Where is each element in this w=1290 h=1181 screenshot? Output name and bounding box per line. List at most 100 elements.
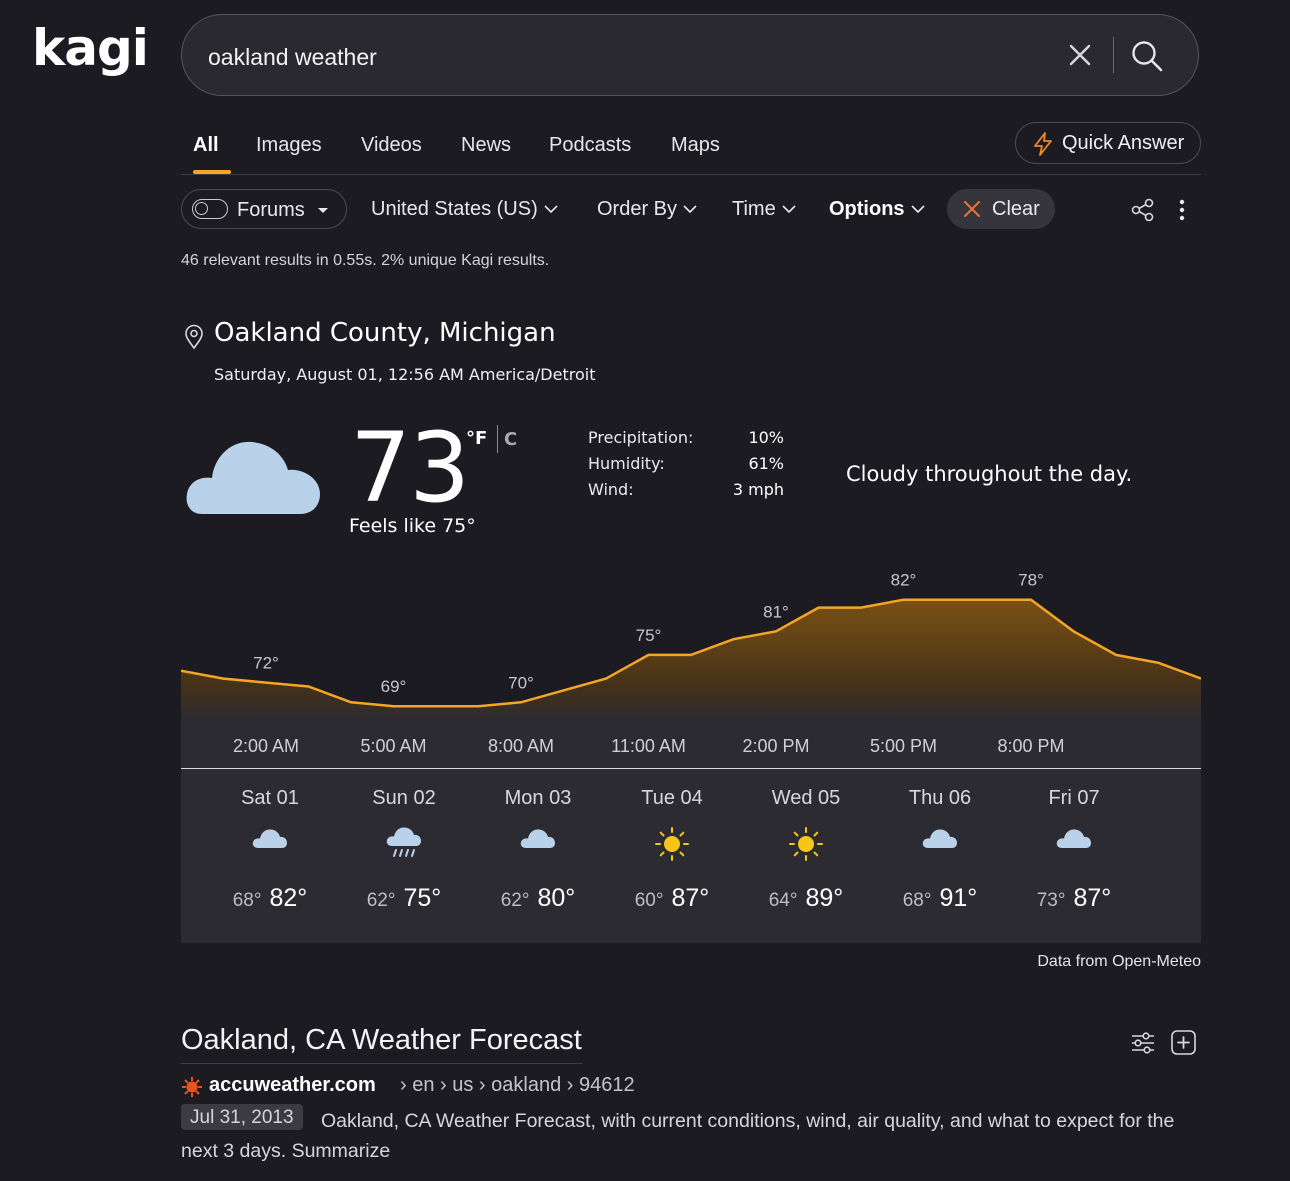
- forecast-temps: 64° 89°: [739, 884, 873, 913]
- forecast-low: 64°: [768, 890, 798, 911]
- search-input[interactable]: [206, 39, 1030, 75]
- options-label: Options: [829, 198, 905, 220]
- tab-maps[interactable]: Maps: [671, 134, 720, 157]
- forecast-temps: 68° 91°: [873, 884, 1007, 913]
- kagi-logo[interactable]: kagi: [32, 18, 149, 78]
- forecast-high: 80°: [537, 884, 576, 912]
- weather-summary: Cloudy throughout the day.: [846, 462, 1133, 486]
- forecast-temps: 60° 87°: [605, 884, 739, 913]
- wind-label: Wind:: [588, 480, 634, 499]
- chevron-down-icon: [544, 205, 558, 214]
- forecast-high: 91°: [939, 884, 978, 912]
- x-tick-label: 2:00 AM: [232, 736, 300, 756]
- add-icon[interactable]: [1170, 1029, 1197, 1056]
- forecast-low: 62°: [366, 890, 396, 911]
- unit-divider: [497, 425, 498, 453]
- temperature-data-label: 70°: [508, 673, 534, 692]
- sliders-icon[interactable]: [1130, 1030, 1156, 1056]
- forecast-day-name: Tue 04: [641, 787, 703, 809]
- x-tick-label: 2:00 PM: [742, 736, 810, 756]
- search-tabs: All Images Videos News Podcasts Maps Qui…: [181, 122, 1201, 175]
- temperature-area: [181, 599, 1201, 720]
- forecast-day: Wed 05 64° 89°: [739, 769, 873, 913]
- more-options-icon[interactable]: [1178, 198, 1186, 222]
- chevron-down-icon: [910, 205, 925, 214]
- forecast-high: 87°: [1073, 884, 1112, 912]
- forecast-day: Fri 07 73° 87°: [1007, 769, 1141, 913]
- quick-answer-label: Quick Answer: [1062, 132, 1185, 154]
- precip-value: 10%: [748, 428, 784, 447]
- forecast-low: 73°: [1036, 890, 1066, 911]
- options-filter[interactable]: Options: [829, 198, 925, 221]
- search-icon[interactable]: [1130, 39, 1164, 73]
- humidity-value: 61%: [748, 454, 784, 473]
- precip-label: Precipitation:: [588, 428, 694, 447]
- forecast-day: Sat 01 68° 82°: [203, 769, 337, 913]
- time-label: Time: [732, 198, 776, 220]
- temperature-data-label: 72°: [253, 654, 279, 673]
- result-title[interactable]: Oakland, CA Weather Forecast: [181, 1024, 582, 1064]
- forecast-day-name: Sat 01: [241, 787, 299, 809]
- sun-icon: [605, 826, 739, 862]
- wind-value: 3 mph: [732, 480, 784, 499]
- order-by-filter[interactable]: Order By: [597, 198, 697, 221]
- region-filter[interactable]: United States (US): [371, 198, 558, 221]
- x-tick-label: 8:00 AM: [487, 736, 555, 756]
- time-filter[interactable]: Time: [732, 198, 796, 221]
- forecast-low: 62°: [500, 890, 530, 911]
- forecast-day-name: Fri 07: [1048, 787, 1100, 809]
- forecast-day: Mon 03 62° 80°: [471, 769, 605, 913]
- sun-icon: [739, 826, 873, 862]
- forecast-high: 82°: [269, 884, 308, 912]
- tab-images[interactable]: Images: [256, 134, 322, 157]
- celsius-toggle[interactable]: C: [504, 429, 517, 450]
- forecast-temps: 62° 80°: [471, 884, 605, 913]
- forecast-day-name: Wed 05: [771, 787, 841, 809]
- location-pin-icon: [185, 324, 203, 350]
- results-stats: 46 relevant results in 0.55s. 2% unique …: [181, 252, 550, 269]
- x-tick-label: 8:00 PM: [997, 736, 1065, 756]
- tab-news[interactable]: News: [461, 134, 511, 157]
- forums-filter[interactable]: Forums: [181, 189, 347, 229]
- forums-label: Forums: [237, 199, 305, 221]
- rain-icon: [337, 826, 471, 862]
- result-domain[interactable]: accuweather.com: [209, 1074, 376, 1097]
- result-snippet: Oakland, CA Weather Forecast, with curre…: [181, 1106, 1191, 1166]
- result-path: › en › us › oakland › 94612: [400, 1074, 635, 1096]
- temperature-data-label: 81°: [763, 602, 789, 621]
- feels-like: Feels like 75°: [349, 515, 476, 537]
- tab-all[interactable]: All: [193, 134, 219, 157]
- temperature-data-label: 78°: [1018, 571, 1044, 590]
- region-label: United States (US): [371, 198, 538, 220]
- summarize-link[interactable]: Summarize: [292, 1140, 391, 1162]
- forecast-high: 75°: [403, 884, 442, 912]
- search-bar: [181, 14, 1199, 96]
- x-tick-label: 11:00 AM: [611, 736, 686, 756]
- search-divider: [1113, 37, 1114, 73]
- fahrenheit-toggle[interactable]: °F: [466, 428, 487, 449]
- chevron-down-icon: [683, 205, 697, 214]
- quick-answer-button[interactable]: Quick Answer: [1015, 122, 1201, 164]
- clear-filters-button[interactable]: Clear: [947, 189, 1055, 229]
- humidity-label: Humidity:: [588, 454, 665, 473]
- forecast-high: 89°: [805, 884, 844, 912]
- data-credit[interactable]: Data from Open-Meteo: [1037, 953, 1201, 971]
- tab-videos[interactable]: Videos: [361, 134, 422, 157]
- temperature-data-label: 75°: [636, 626, 662, 645]
- temperature-data-label: 82°: [891, 571, 917, 590]
- forecast-temps: 73° 87°: [1007, 884, 1141, 913]
- cloud-icon: [1007, 826, 1141, 862]
- tab-podcasts[interactable]: Podcasts: [549, 134, 631, 157]
- lightning-icon: [1034, 132, 1052, 156]
- cloud-icon: [471, 826, 605, 862]
- forecast-day: Tue 04 60° 87°: [605, 769, 739, 913]
- weather-location: Oakland County, Michigan: [214, 318, 556, 348]
- forecast-day-name: Sun 02: [372, 787, 436, 809]
- share-icon[interactable]: [1130, 198, 1156, 222]
- forecast-low: 68°: [902, 890, 932, 911]
- clear-search-icon[interactable]: [1066, 41, 1094, 69]
- forums-toggle[interactable]: [192, 199, 228, 219]
- forecast-temps: 62° 75°: [337, 884, 471, 913]
- caret-down-icon: [318, 208, 328, 213]
- daily-forecast: Sat 01 68° 82° Sun 02 62° 75° Mon 03 62° 80° Tue …: [181, 768, 1201, 943]
